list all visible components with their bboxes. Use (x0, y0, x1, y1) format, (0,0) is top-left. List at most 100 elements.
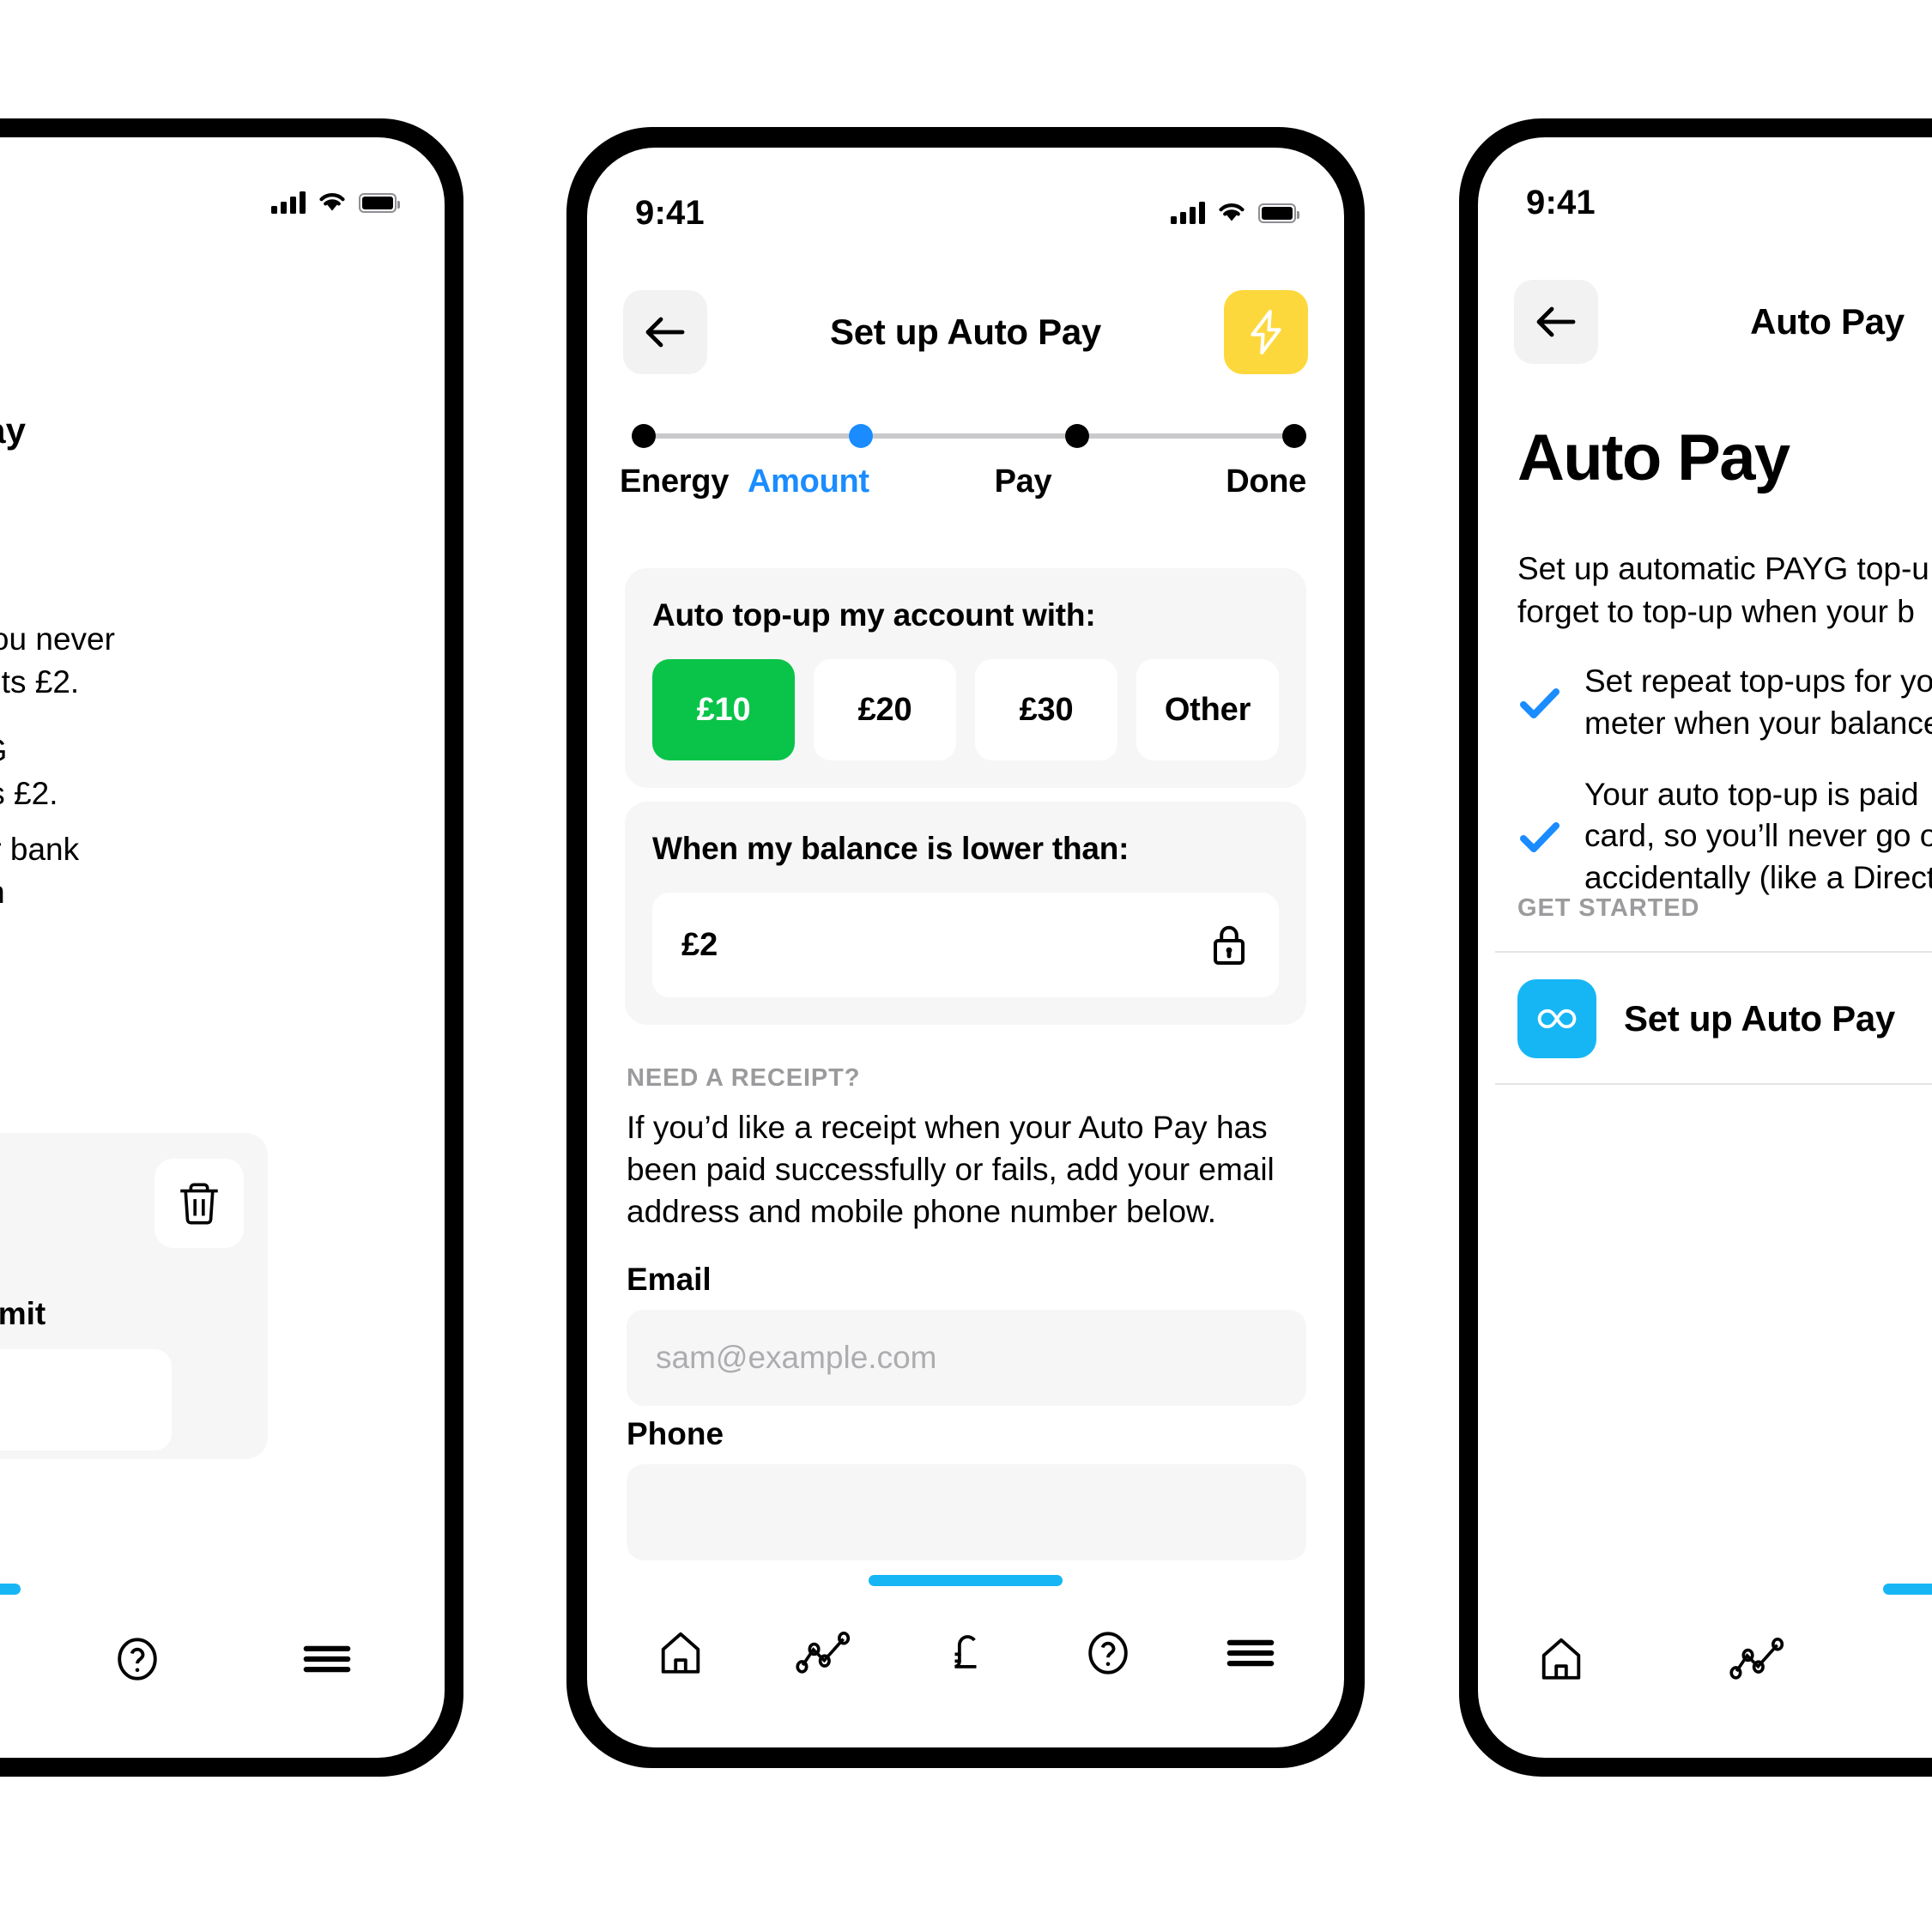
tab-pound[interactable] (1902, 1618, 1932, 1700)
phone-right: 9:41 Auto Pay Auto Pay Set up automatic … (1459, 118, 1932, 1777)
bullet-text: Set repeat top-ups for yo meter when you… (1584, 663, 1932, 741)
tab-usage[interactable] (1706, 1618, 1808, 1700)
help-icon (1088, 1632, 1128, 1675)
stepper-segment (1089, 433, 1283, 439)
credit-limit-value[interactable]: £2.00 (0, 1349, 172, 1451)
step-dot-energy[interactable] (632, 424, 656, 448)
left-home-indicator (0, 1584, 21, 1595)
tab-home[interactable] (1511, 1618, 1612, 1700)
mid-navbar: Set up Auto Pay (587, 290, 1344, 374)
amount-option-30[interactable]: £30 (975, 659, 1117, 760)
signal-icon (271, 191, 306, 214)
amount-option-20[interactable]: £20 (814, 659, 956, 760)
receipt-paragraph: If you’d like a receipt when your Auto P… (627, 1110, 1275, 1229)
stepper-segment (872, 433, 1066, 439)
stepper-labels: Energy Amount Pay Done (620, 463, 1306, 500)
balance-threshold-card: When my balance is lower than: £2 (625, 802, 1306, 1025)
tab-home[interactable] (630, 1612, 731, 1694)
phone-label: Phone (627, 1416, 724, 1451)
menu-icon (1226, 1639, 1275, 1667)
balance-threshold-title: When my balance is lower than: (652, 831, 1130, 866)
step-dot-done[interactable] (1282, 424, 1307, 448)
usage-chart-icon (1729, 1638, 1784, 1680)
topup-amount-options: £10 £20 £30 Other (652, 659, 1279, 760)
tab-menu[interactable] (276, 1618, 378, 1700)
email-input[interactable] (627, 1310, 1306, 1406)
step-dot-pay[interactable] (1065, 424, 1090, 448)
right-nav-title: Auto Pay (1750, 301, 1905, 342)
battery-icon (359, 192, 400, 213)
bullet-text: Your auto top-up is paid card, so you’ll… (1584, 776, 1932, 896)
back-button[interactable] (623, 290, 707, 374)
back-button[interactable] (1514, 280, 1598, 364)
home-icon (1541, 1638, 1581, 1680)
step-dot-amount[interactable] (848, 424, 873, 448)
pound-icon (1929, 1634, 1932, 1684)
left-bullet-one: op-ups for your PAYG your balance reache… (0, 733, 58, 811)
bullet-item: Your auto top-up is paid card, so you’ll… (1517, 774, 1932, 899)
left-status-icons (271, 191, 400, 214)
wifi-icon (1219, 203, 1245, 221)
signal-icon (1171, 202, 1205, 224)
pound-icon (954, 1635, 977, 1669)
help-icon (118, 1638, 157, 1681)
trash-icon (180, 1183, 218, 1225)
bullet-item: Set repeat top-ups for yo meter when you… (1517, 661, 1932, 745)
right-bullet-list: Set repeat top-ups for yo meter when you… (1517, 661, 1932, 929)
right-home-indicator (1883, 1584, 1932, 1595)
step-label-pay: Pay (994, 463, 1052, 500)
step-label-amount: Amount (748, 463, 869, 500)
topup-amount-card: Auto top-up my account with: £10 £20 £30… (625, 568, 1306, 788)
lock-icon (1214, 925, 1245, 965)
left-status-bar (0, 137, 445, 233)
phone-center-screen: 9:41 Set up Auto Pay Energy Amount Pay D… (587, 148, 1344, 1747)
home-icon (661, 1632, 700, 1674)
amount-option-other[interactable]: Other (1136, 659, 1279, 760)
step-label-energy: Energy (620, 463, 730, 500)
receipt-kicker: NEED A RECEIPT? (627, 1064, 861, 1092)
back-arrow-icon (645, 317, 685, 348)
tab-help[interactable] (87, 1618, 188, 1700)
divider (1495, 1083, 1932, 1085)
usage-chart-icon (796, 1632, 851, 1674)
tab-help[interactable] (1057, 1612, 1159, 1694)
step-label-done: Done (1226, 463, 1306, 500)
wifi-icon (319, 193, 345, 211)
check-icon (1520, 821, 1560, 852)
infinity-icon (1517, 979, 1596, 1058)
right-status-time: 9:41 (1526, 183, 1596, 221)
set-up-auto-pay-label: Set up Auto Pay (1624, 998, 1895, 1039)
tab-usage[interactable] (772, 1612, 874, 1694)
stepper-track (625, 424, 1307, 448)
left-nav-title: Auto Pay (0, 410, 27, 451)
set-up-auto-pay-row[interactable]: Set up Auto Pay (1517, 954, 1932, 1083)
phone-left: Auto Pay c PAYG top-ups so you never whe… (0, 118, 463, 1777)
tab-pound[interactable] (915, 1612, 1016, 1694)
phone-input[interactable] (627, 1464, 1306, 1560)
mid-nav-title: Set up Auto Pay (830, 312, 1101, 352)
phone-left-screen: Auto Pay c PAYG top-ups so you never whe… (0, 137, 445, 1758)
right-tab-bar (1478, 1612, 1932, 1706)
screenshot-canvas: Auto Pay c PAYG top-ups so you never whe… (0, 0, 1932, 1932)
right-intro-paragraph: Set up automatic PAYG top-u forget to to… (1517, 551, 1929, 629)
credit-limit-label: Credit limit (0, 1296, 46, 1331)
email-label: Email (627, 1262, 712, 1297)
left-bullet-two: o-up is paid with your bank ll never go … (0, 832, 80, 910)
mid-tab-bar (587, 1603, 1344, 1703)
mid-status-bar: 9:41 (587, 148, 1344, 244)
menu-icon (304, 1645, 351, 1673)
check-icon (1520, 687, 1560, 718)
balance-threshold-field: £2 (652, 893, 1279, 997)
amount-option-10[interactable]: £10 (652, 659, 795, 760)
energy-action-button[interactable] (1224, 290, 1308, 374)
tab-menu[interactable] (1200, 1612, 1301, 1694)
setup-stepper: Energy Amount Pay Done (620, 424, 1307, 500)
battery-icon (1258, 203, 1299, 223)
mid-home-indicator (869, 1575, 1063, 1586)
stepper-segment (656, 433, 849, 439)
infinity-glyph (1537, 1008, 1577, 1029)
phone-right-screen: 9:41 Auto Pay Auto Pay Set up automatic … (1478, 137, 1932, 1758)
left-tab-bar (0, 1612, 445, 1706)
delete-button[interactable] (154, 1159, 244, 1248)
back-arrow-icon (1536, 306, 1576, 337)
